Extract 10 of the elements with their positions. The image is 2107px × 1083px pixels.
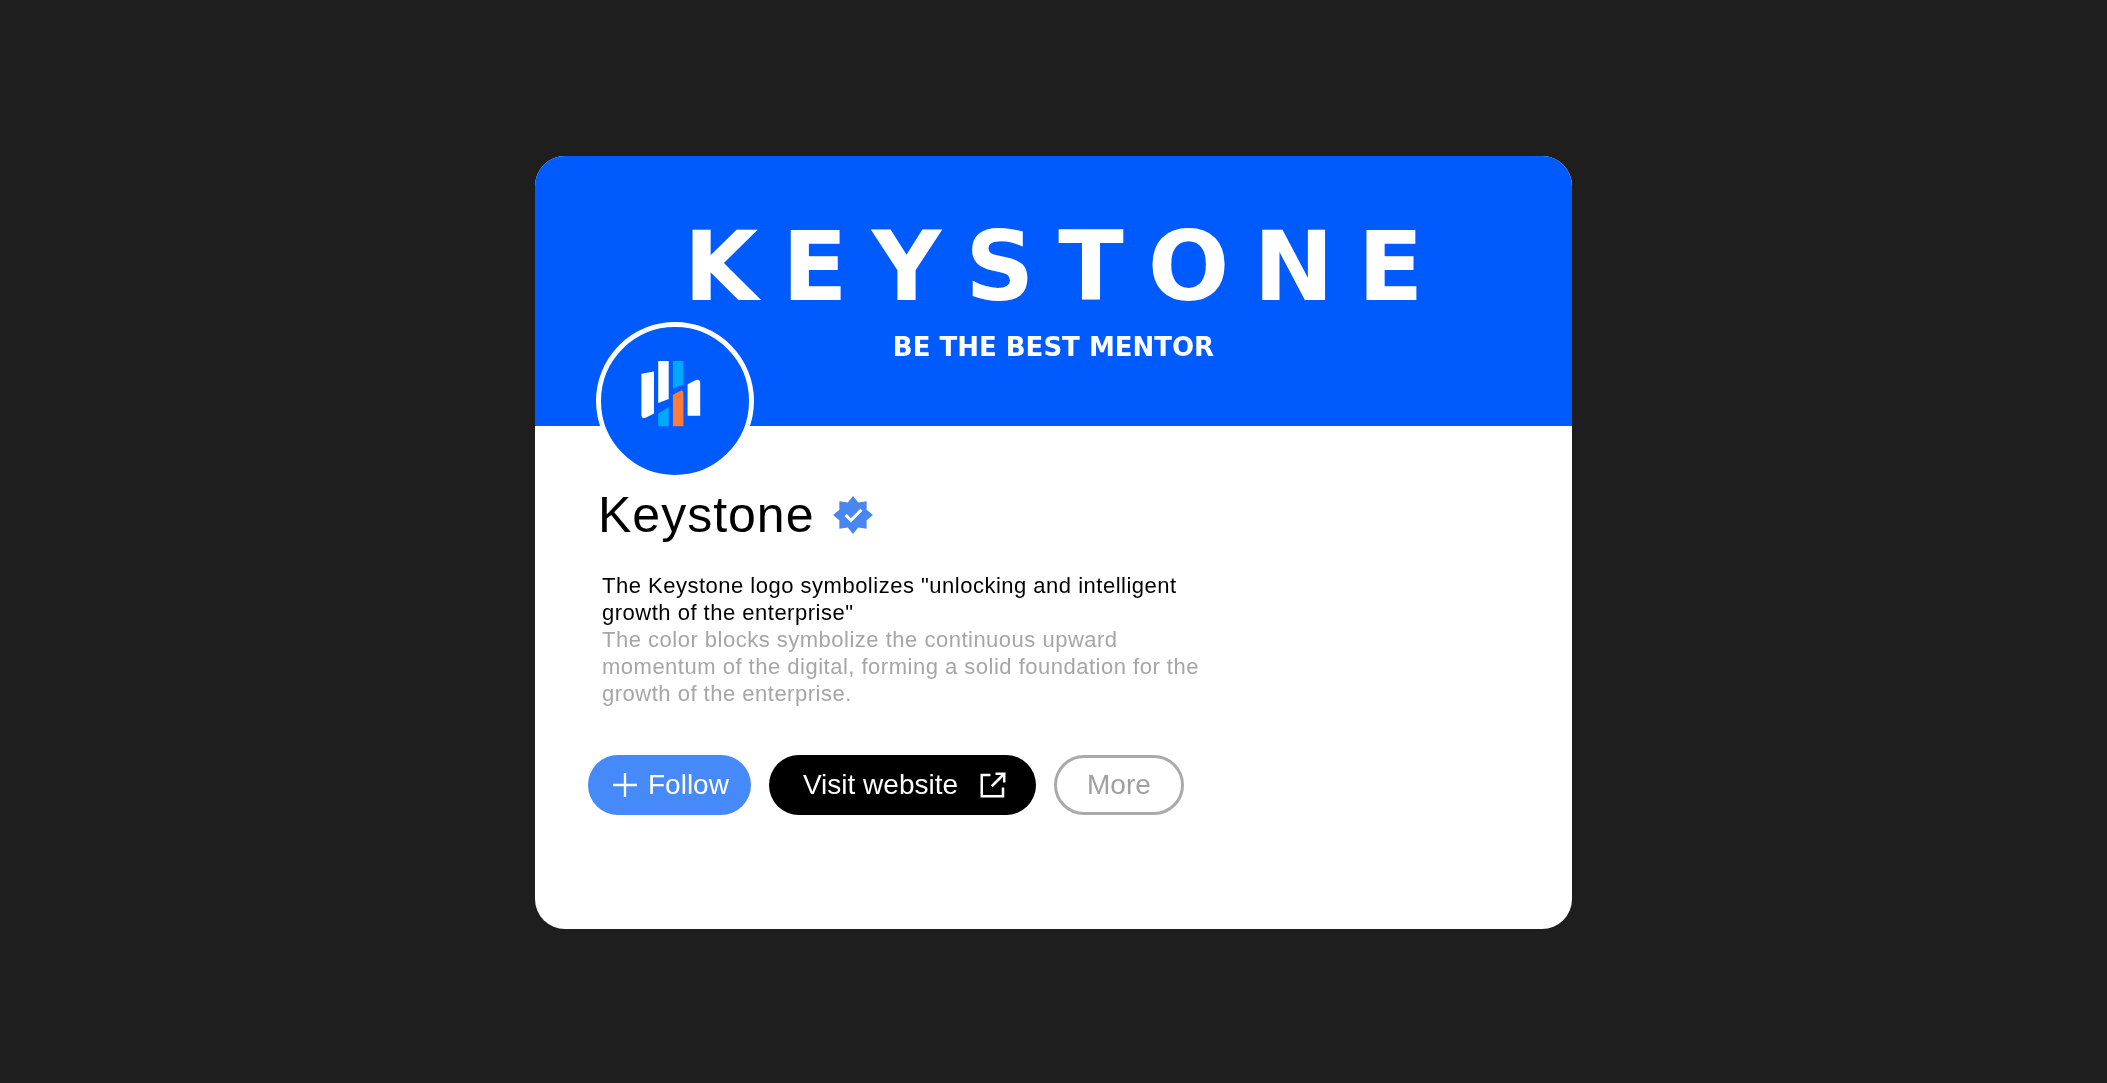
tagline: BE THE BEST MENTOR <box>892 332 1215 362</box>
more-button[interactable]: More <box>1054 755 1184 815</box>
description: The Keystone logo symbolizes "unlocking and intelligent growth of the enterprise" <box>602 572 1178 626</box>
profile-name: Keystone <box>598 486 815 544</box>
visit-website-button[interactable]: Visit website <box>768 755 1037 815</box>
external-link-icon <box>978 770 1009 800</box>
plus-icon <box>612 772 638 798</box>
description-details: The color blocks symbolize the continuous upward momentum of the digital, forming a solid foundation for the growth of the enterprise. <box>602 626 1200 707</box>
wordmark: KEYSTONE <box>682 222 1448 312</box>
follow-button[interactable]: Follow <box>588 755 751 815</box>
